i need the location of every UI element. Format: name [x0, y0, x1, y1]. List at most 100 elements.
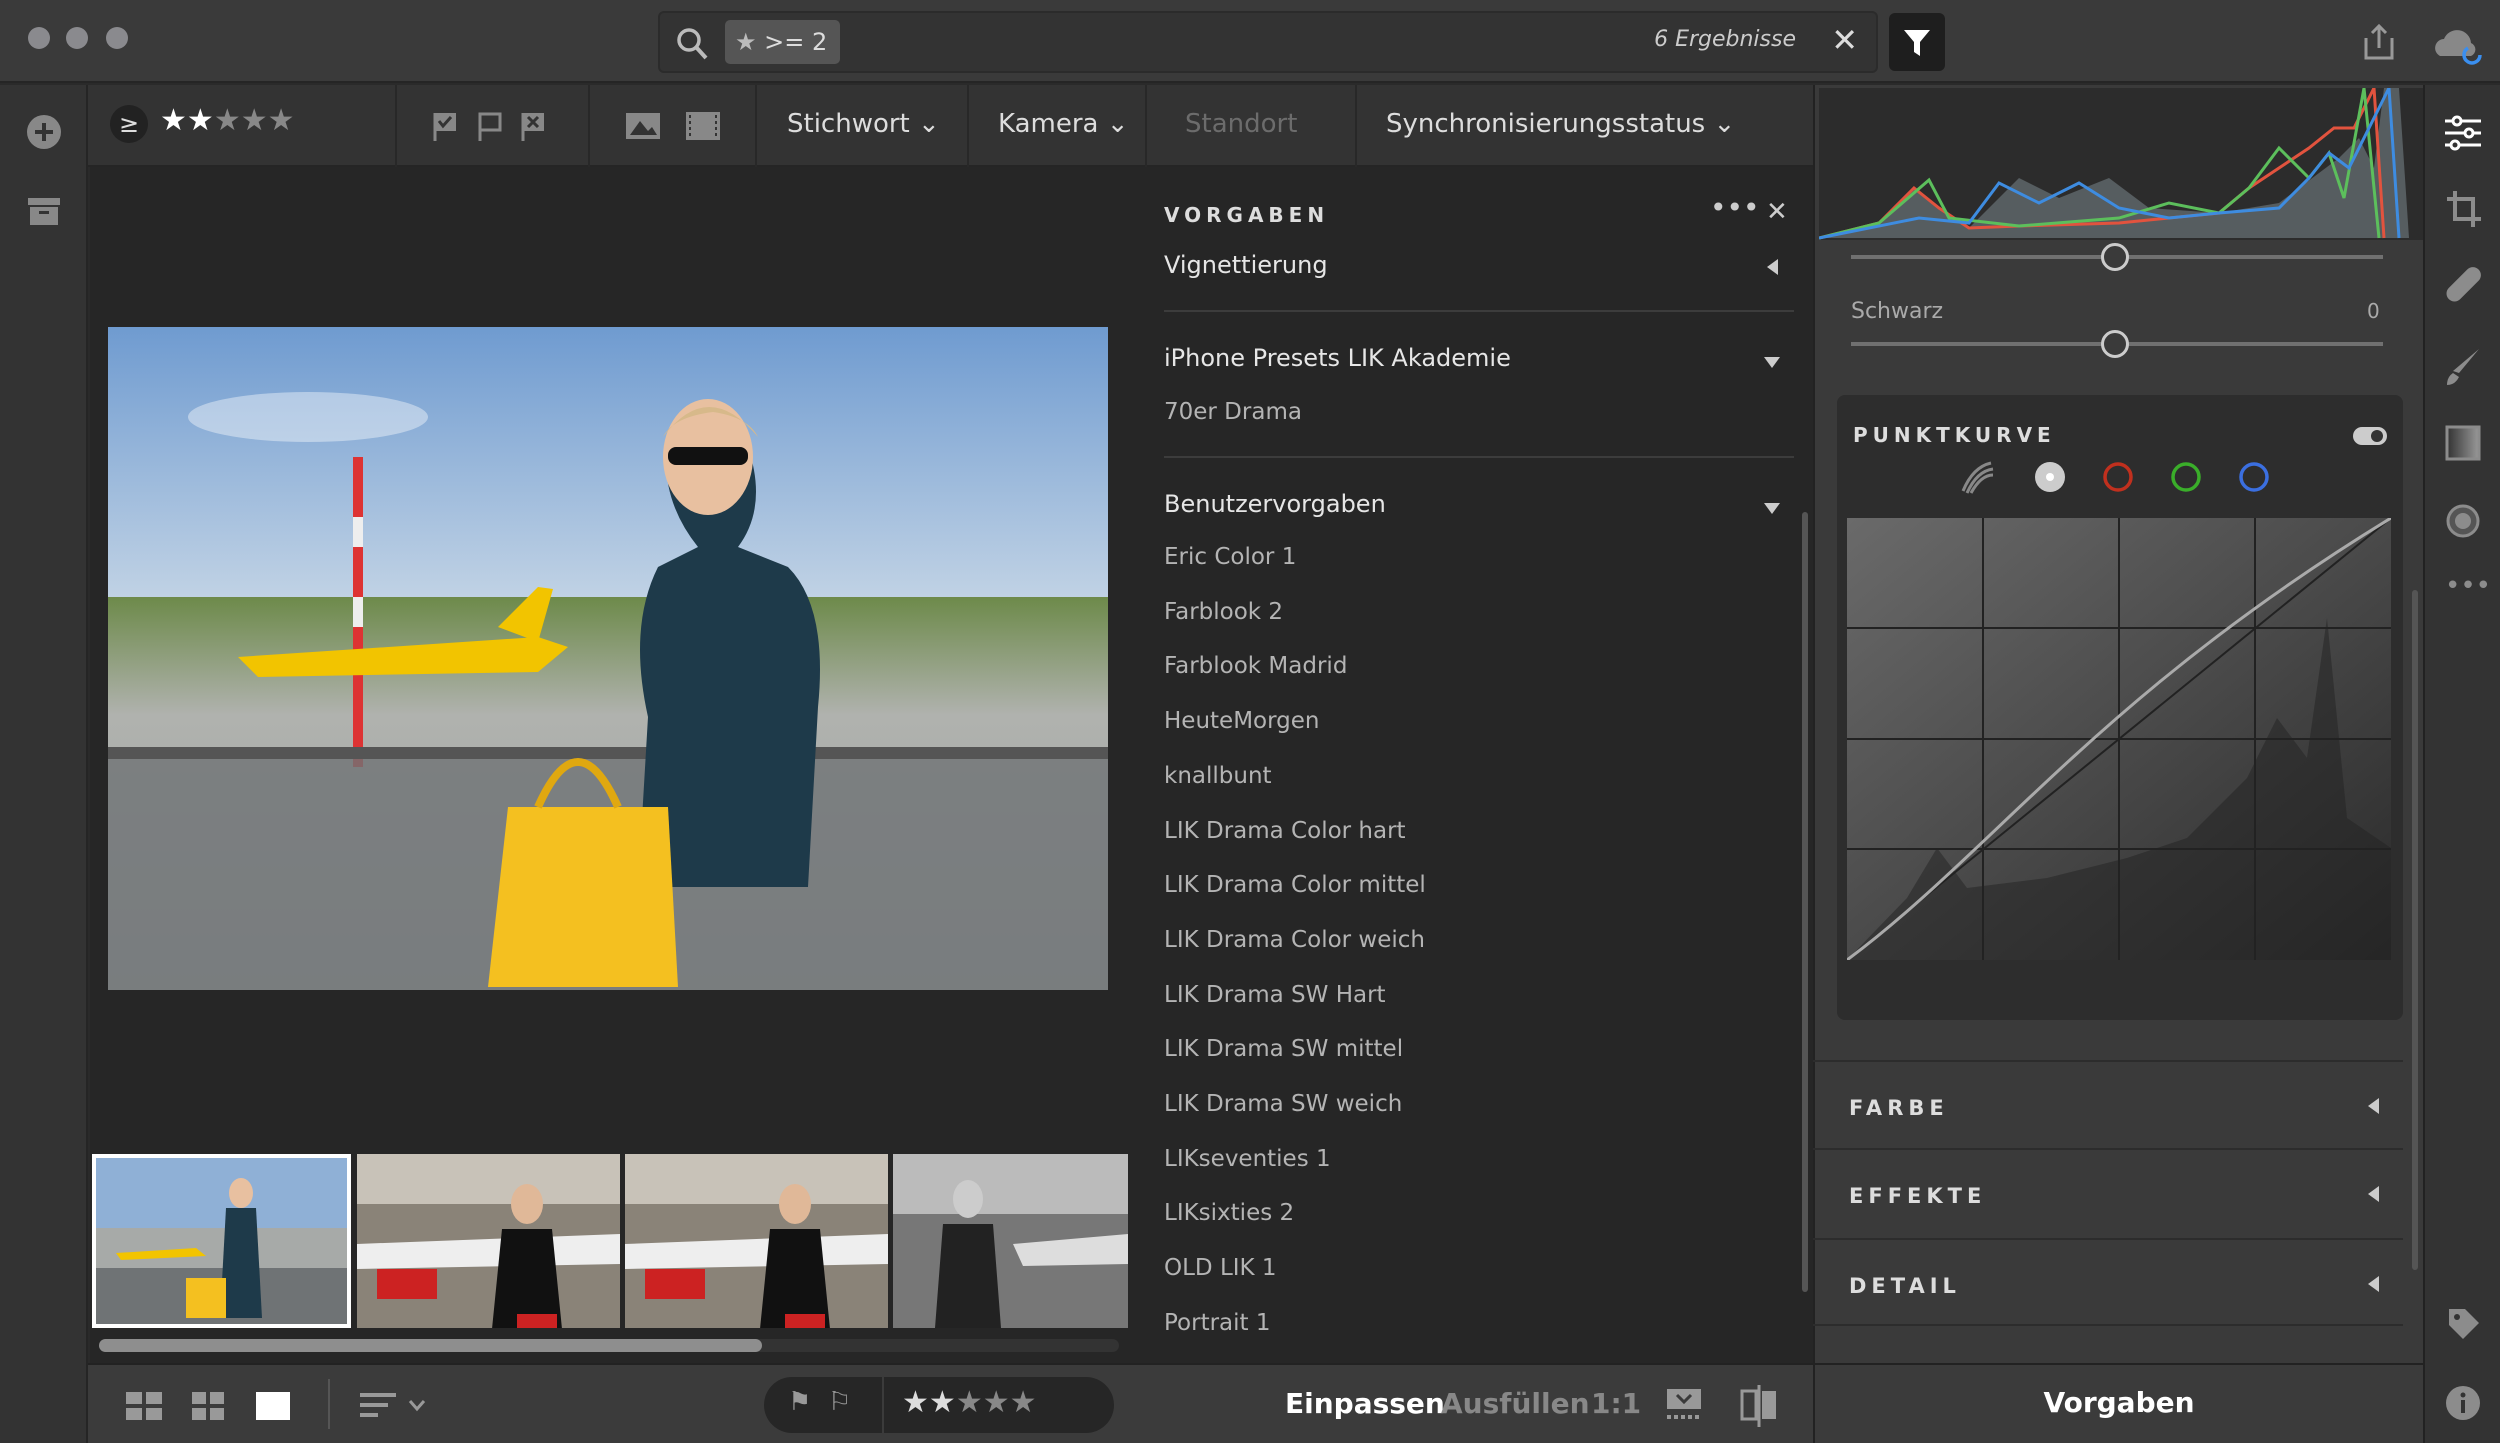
more-options-icon[interactable]: •••	[1710, 191, 1760, 224]
preset-item[interactable]: LIK Drama SW Hart	[1164, 982, 1386, 1008]
camera-menu[interactable]: Kamera ⌄	[998, 109, 1129, 139]
bottom-bar: ⚑ ⚐ ★★★★★ Einpassen Ausfüllen 1:1	[88, 1363, 1813, 1443]
linear-gradient-icon[interactable]	[2445, 425, 2481, 461]
photo-icon	[626, 113, 660, 139]
chevron-down-icon: ⌄	[918, 109, 940, 139]
preset-group-iphone[interactable]: iPhone Presets LIK Akademie	[1164, 344, 1511, 372]
filmstrip-toggle-icon[interactable]	[1667, 1389, 1703, 1423]
star-icon[interactable]: ★	[1010, 1385, 1037, 1420]
filmstrip-scroll-track[interactable]	[99, 1339, 1119, 1352]
brush-icon[interactable]	[2445, 347, 2481, 387]
filter-button[interactable]	[1889, 13, 1945, 71]
preset-group-vignettierung[interactable]: Vignettierung	[1164, 251, 1328, 279]
tone-curve-graph[interactable]	[1847, 518, 2391, 960]
preset-group-benutzervorgaben[interactable]: Benutzervorgaben	[1164, 490, 1386, 518]
presets-scrollbar[interactable]	[1802, 512, 1808, 1292]
fill-button[interactable]: Ausfüllen	[1441, 1387, 1590, 1420]
photo-rating-stars[interactable]: ★★★★★	[902, 1385, 1037, 1420]
pick-flag-icon[interactable]: ⚑	[788, 1387, 811, 1417]
keyword-tag-icon[interactable]	[2447, 1307, 2481, 1341]
preset-item[interactable]: knallbunt	[1164, 763, 1272, 789]
close-window-button[interactable]	[28, 27, 50, 49]
collapsed-triangle-icon	[2368, 1098, 2379, 1114]
preset-item[interactable]: Farblook Madrid	[1164, 653, 1347, 679]
expanded-triangle-icon[interactable]	[1764, 503, 1780, 514]
star-icon[interactable]: ★	[929, 1385, 956, 1420]
photo-grid-icon	[192, 1392, 224, 1420]
preset-item[interactable]: LIKseventies 1	[1164, 1146, 1331, 1172]
info-icon[interactable]	[2445, 1385, 2481, 1421]
search-field[interactable]: ★ >= 2 6 Ergebnisse ✕	[658, 11, 1878, 73]
cloud-sync-icon[interactable]	[2432, 22, 2484, 66]
filmstrip-thumbnail[interactable]	[357, 1154, 620, 1328]
one-to-one-button[interactable]: 1:1	[1591, 1387, 1641, 1420]
healing-brush-icon[interactable]	[2445, 265, 2481, 305]
preset-item[interactable]: Eric Color 1	[1164, 544, 1296, 570]
black-slider-knob[interactable]	[2101, 330, 2129, 358]
reject-flag-icon[interactable]: ⚐	[828, 1387, 851, 1417]
preset-item[interactable]: LIK Drama Color hart	[1164, 818, 1406, 844]
filmstrip-thumbnail[interactable]	[893, 1154, 1128, 1328]
media-type-filters[interactable]	[626, 111, 726, 141]
preset-item[interactable]: LIK Drama Color mittel	[1164, 872, 1426, 898]
zoom-window-button[interactable]	[106, 27, 128, 49]
preset-item[interactable]: 70er Drama	[1164, 399, 1302, 425]
clear-search-icon[interactable]: ✕	[1831, 21, 1858, 59]
point-curve-toggle[interactable]	[2353, 427, 2387, 445]
minimize-window-button[interactable]	[66, 27, 88, 49]
star-icon[interactable]: ★	[241, 103, 268, 138]
main-photo[interactable]	[108, 327, 1108, 990]
sort-icon[interactable]	[360, 1393, 430, 1419]
star-icon[interactable]: ★	[214, 103, 241, 138]
preset-item[interactable]: Portrait 1	[1164, 1310, 1271, 1336]
fit-button[interactable]: Einpassen	[1285, 1387, 1445, 1420]
preset-item[interactable]: OLD LIK 1	[1164, 1255, 1277, 1281]
filmstrip-thumbnail[interactable]	[625, 1154, 888, 1328]
share-icon[interactable]	[2362, 22, 2396, 62]
rating-operator-button[interactable]: ≥	[110, 105, 148, 143]
add-photos-icon[interactable]	[26, 114, 62, 150]
presets-button[interactable]: Vorgaben	[1813, 1363, 2423, 1443]
star-icon[interactable]: ★	[902, 1385, 929, 1420]
collapsed-triangle-icon[interactable]	[1767, 259, 1778, 275]
edit-panel-scrollbar[interactable]	[2412, 590, 2418, 1270]
section-detail[interactable]: DETAIL	[1813, 1238, 2403, 1326]
filmstrip-thumbnail-selected[interactable]	[92, 1154, 351, 1328]
star-icon[interactable]: ★	[268, 103, 295, 138]
close-panel-icon[interactable]: ✕	[1766, 197, 1788, 227]
radial-gradient-icon[interactable]	[2445, 503, 2481, 539]
preset-item[interactable]: LIK Drama SW mittel	[1164, 1036, 1403, 1062]
black-value[interactable]: 0	[2367, 299, 2380, 323]
filter-chip-label: >= 2	[764, 28, 828, 56]
preset-item[interactable]: LIK Drama Color weich	[1164, 927, 1425, 953]
detail-view-icon	[256, 1392, 290, 1420]
section-effekte[interactable]: EFFEKTE	[1813, 1148, 2403, 1236]
rating-filter-chip[interactable]: ★ >= 2	[725, 20, 840, 64]
curve-channel-selector[interactable]	[1957, 457, 2287, 497]
sync-status-menu[interactable]: Synchronisierungsstatus ⌄	[1386, 109, 1735, 139]
preset-item[interactable]: HeuteMorgen	[1164, 708, 1320, 734]
red-channel-icon	[2103, 462, 2133, 492]
compare-view-icon[interactable]	[1740, 1385, 1780, 1427]
star-icon[interactable]: ★	[160, 103, 187, 138]
crop-rotate-icon[interactable]	[2445, 189, 2481, 233]
slider-knob[interactable]	[2101, 243, 2129, 271]
rating-filter-stars[interactable]: ★★★★★	[160, 103, 295, 138]
preset-item[interactable]: LIKsixties 2	[1164, 1200, 1294, 1226]
filmstrip-scrollbar-thumb[interactable]	[99, 1339, 762, 1352]
section-farbe[interactable]: FARBE	[1813, 1060, 2403, 1148]
expanded-triangle-icon[interactable]	[1764, 357, 1780, 368]
flag-filters[interactable]	[432, 111, 562, 143]
library-icon[interactable]	[27, 197, 61, 227]
star-icon[interactable]: ★	[956, 1385, 983, 1420]
edit-sliders-icon[interactable]	[2445, 113, 2481, 153]
green-channel-icon	[2171, 462, 2201, 492]
preset-item[interactable]: LIK Drama SW weich	[1164, 1091, 1402, 1117]
more-tools-icon[interactable]: •••	[2445, 571, 2491, 601]
keyword-menu[interactable]: Stichwort ⌄	[787, 109, 940, 139]
view-mode-buttons[interactable]	[126, 1392, 306, 1422]
star-icon[interactable]: ★	[187, 103, 214, 138]
results-count: 6 Ergebnisse	[1654, 27, 1796, 52]
preset-item[interactable]: Farblook 2	[1164, 599, 1283, 625]
star-icon[interactable]: ★	[983, 1385, 1010, 1420]
